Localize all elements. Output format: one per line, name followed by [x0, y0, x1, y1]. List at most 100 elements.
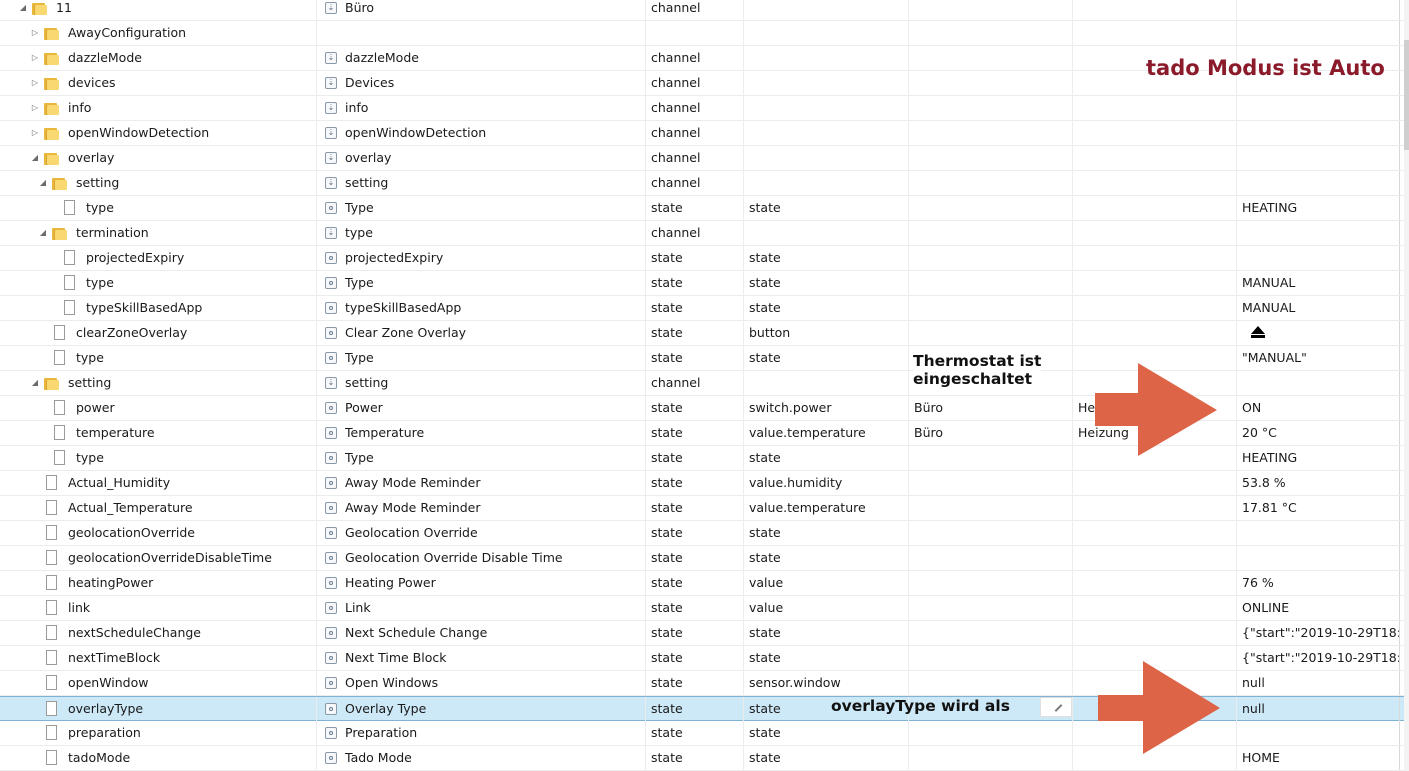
id-cell: heatingPower — [0, 571, 317, 595]
eject-button-icon[interactable] — [1251, 326, 1265, 338]
object-id-label: temperature — [76, 425, 155, 440]
value-cell[interactable]: 17.81 °C — [1237, 496, 1400, 520]
channel-icon: ⇣ — [325, 377, 337, 389]
tree-row[interactable]: type Type state state HEATING — [0, 196, 1409, 221]
collapse-icon[interactable]: ◢ — [30, 146, 40, 170]
vertical-scrollbar[interactable] — [1404, 0, 1409, 771]
value-cell[interactable]: 76 % — [1237, 571, 1400, 595]
object-id-label: type — [86, 275, 114, 290]
value-cell[interactable] — [1237, 121, 1400, 145]
tree-row[interactable]: Actual_Humidity Away Mode Reminder state va… — [0, 471, 1409, 496]
folder-icon — [52, 176, 67, 190]
value-cell[interactable]: {"start":"2019-10-29T18:30:0 — [1237, 646, 1400, 670]
value-cell[interactable]: HOME — [1237, 746, 1400, 770]
collapse-icon[interactable]: ◢ — [38, 221, 48, 245]
tree-row[interactable]: projectedExpiry projectedExpiry state state — [0, 246, 1409, 271]
object-id-label: clearZoneOverlay — [76, 325, 188, 340]
folder-icon — [44, 51, 59, 65]
tree-row[interactable]: Actual_Temperature Away Mode Reminder stat… — [0, 496, 1409, 521]
value-cell[interactable] — [1237, 371, 1400, 395]
value-cell[interactable]: 20 °C — [1237, 421, 1400, 445]
value-cell[interactable] — [1237, 246, 1400, 270]
value-cell[interactable] — [1237, 721, 1400, 745]
object-name-label: Heating Power — [345, 575, 436, 590]
value-cell[interactable] — [1237, 546, 1400, 570]
value-cell[interactable] — [1237, 321, 1400, 345]
expand-icon[interactable]: ▷ — [30, 71, 40, 95]
type-cell: state — [646, 571, 744, 595]
expand-icon[interactable]: ▷ — [30, 21, 40, 45]
state-icon — [325, 627, 337, 639]
folder-icon — [44, 126, 59, 140]
tree-row[interactable]: ◢ 11 ⇣ Büro channel — [0, 0, 1409, 21]
state-icon — [325, 703, 337, 715]
state-icon — [325, 202, 337, 214]
expand-icon[interactable]: ▷ — [30, 121, 40, 145]
value-cell[interactable]: null — [1237, 671, 1400, 695]
collapse-icon[interactable]: ◢ — [38, 171, 48, 195]
object-id-label: AwayConfiguration — [68, 25, 187, 40]
object-id-label: type — [76, 350, 104, 365]
value-cell[interactable]: ONLINE — [1237, 596, 1400, 620]
tree-row[interactable]: geolocationOverride Geolocation Override s… — [0, 521, 1409, 546]
value-cell[interactable] — [1237, 171, 1400, 195]
value-cell[interactable]: HEATING — [1237, 196, 1400, 220]
value-cell[interactable]: 53.8 % — [1237, 471, 1400, 495]
tree-row[interactable]: ▷ info ⇣ info channel — [0, 96, 1409, 121]
state-icon — [325, 502, 337, 514]
room-cell — [909, 21, 1073, 45]
id-cell: geolocationOverrideDisableTime — [0, 546, 317, 570]
edit-pencil-button[interactable] — [1040, 697, 1072, 717]
channel-icon: ⇣ — [325, 2, 337, 14]
tree-row[interactable]: type Type state state MANUAL — [0, 271, 1409, 296]
tree-row[interactable]: ▷ openWindowDetection ⇣ openWindowDetection… — [0, 121, 1409, 146]
value-cell[interactable] — [1237, 146, 1400, 170]
tree-row[interactable]: link Link state value ONLINE — [0, 596, 1409, 621]
func-cell — [1073, 96, 1237, 120]
name-cell: Away Mode Reminder — [317, 496, 646, 520]
tree-row[interactable]: geolocationOverrideDisableTime Geolocatio… — [0, 546, 1409, 571]
object-name-label: info — [345, 100, 369, 115]
value-cell[interactable] — [1237, 21, 1400, 45]
role-cell: value — [744, 596, 909, 620]
value-cell[interactable]: MANUAL — [1237, 296, 1400, 320]
tree-row[interactable]: ◢ overlay ⇣ overlay channel — [0, 146, 1409, 171]
tree-row[interactable]: heatingPower Heating Power state value 76 % — [0, 571, 1409, 596]
tree-row[interactable]: ▷ AwayConfiguration — [0, 21, 1409, 46]
value-cell[interactable]: {"start":"2019-10-29T18:30:0 — [1237, 621, 1400, 645]
channel-icon: ⇣ — [325, 102, 337, 114]
object-name-label: overlay — [345, 150, 392, 165]
value-cell[interactable] — [1237, 221, 1400, 245]
role-cell: state — [744, 546, 909, 570]
object-id-label: setting — [68, 375, 112, 390]
value-cell[interactable] — [1237, 0, 1400, 20]
value-cell[interactable]: HEATING — [1237, 446, 1400, 470]
type-cell: state — [646, 446, 744, 470]
tree-row[interactable]: typeSkillBasedApp typeSkillBasedApp state s… — [0, 296, 1409, 321]
scrollbar-thumb[interactable] — [1404, 40, 1409, 150]
name-cell: Type — [317, 446, 646, 470]
tree-row[interactable]: nextScheduleChange Next Schedule Change st… — [0, 621, 1409, 646]
name-cell: Clear Zone Overlay — [317, 321, 646, 345]
id-cell: nextScheduleChange — [0, 621, 317, 645]
value-cell[interactable] — [1237, 521, 1400, 545]
expand-icon[interactable]: ▷ — [30, 96, 40, 120]
tree-row[interactable]: ◢ setting ⇣ setting channel — [0, 171, 1409, 196]
room-cell: Büro — [909, 396, 1073, 420]
collapse-icon[interactable]: ◢ — [18, 0, 28, 20]
value-cell[interactable]: null — [1237, 697, 1400, 721]
expand-icon[interactable]: ▷ — [30, 46, 40, 70]
value-cell[interactable] — [1237, 96, 1400, 120]
annotation-overlay-type: overlayType wird als — [831, 697, 1010, 715]
value-cell[interactable]: ON — [1237, 396, 1400, 420]
collapse-icon[interactable]: ◢ — [30, 371, 40, 395]
annotation-arrow-overlay — [1098, 661, 1223, 756]
type-cell: state — [646, 596, 744, 620]
func-cell — [1073, 321, 1237, 345]
role-cell — [744, 96, 909, 120]
tree-row[interactable]: clearZoneOverlay Clear Zone Overlay state b… — [0, 321, 1409, 346]
tree-row[interactable]: ◢ termination ⇣ type channel — [0, 221, 1409, 246]
type-cell: state — [646, 396, 744, 420]
value-cell[interactable]: MANUAL — [1237, 271, 1400, 295]
value-cell[interactable]: "MANUAL" — [1237, 346, 1400, 370]
